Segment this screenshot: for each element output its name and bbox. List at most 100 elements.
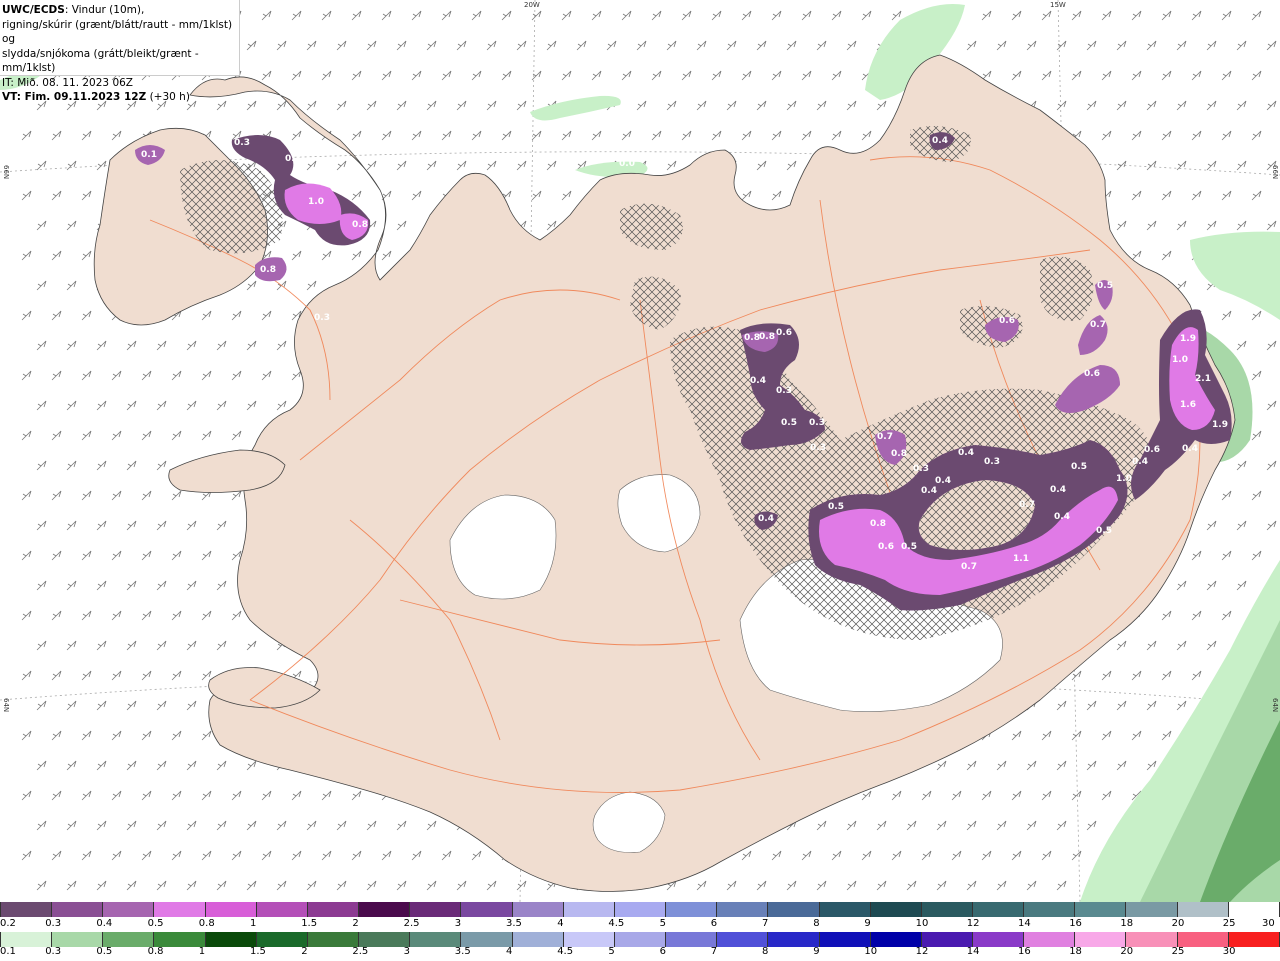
- precip-value-label: 0.8: [352, 220, 368, 230]
- legend-swatch: [154, 902, 206, 917]
- legend-swatch: [1177, 902, 1229, 917]
- legend-label: 14: [1018, 918, 1031, 929]
- legend-swatch: [1024, 902, 1076, 917]
- legend-swatch: [307, 932, 360, 947]
- legend-swatch: [461, 902, 513, 917]
- precip-value-label: 0.6: [1144, 445, 1160, 455]
- legend-swatch: [1126, 932, 1178, 947]
- legend-label: 2.5: [352, 946, 369, 957]
- legend-swatch: [717, 932, 769, 947]
- legend-label: 1.5: [301, 918, 318, 929]
- precip-value-label: 0.6: [776, 328, 792, 338]
- precip-value-label: 0.6: [999, 316, 1015, 326]
- precip-value-label: 0.4: [1054, 512, 1070, 522]
- snow-legend-bar: [0, 902, 1280, 917]
- precip-value-label: 0.4: [1132, 457, 1148, 467]
- info-box: UWC/ECDS: Vindur (10m), rigning/skúrir (…: [0, 0, 240, 103]
- precip-value-label: 1.0: [308, 197, 324, 207]
- legend-swatch: [256, 902, 308, 917]
- legend-swatch: [563, 902, 615, 917]
- precip-value-label: 0.7: [1019, 500, 1035, 510]
- legend-label: 0.4: [96, 918, 113, 929]
- precip-value-label: 0.4: [935, 476, 951, 486]
- legend-label: 6: [659, 946, 666, 957]
- precip-value-label: 0.4: [932, 136, 948, 146]
- info-line-5-rest: (+30 h): [146, 91, 190, 103]
- legend-label: 14: [966, 946, 980, 957]
- legend-label: 5: [659, 918, 666, 929]
- precip-value-label: 0.3: [984, 457, 1000, 467]
- legend-label: 2: [301, 946, 308, 957]
- legend-swatch: [666, 902, 718, 917]
- info-line-2: rigning/skúrir (grænt/blátt/rautt - mm/1…: [2, 18, 233, 46]
- legend-swatch: [1228, 902, 1280, 917]
- precip-value-label: 0.6: [878, 542, 894, 552]
- legend-label: 0.1: [0, 946, 16, 957]
- legend-swatch: [205, 932, 257, 947]
- legend-swatch: [1126, 902, 1178, 917]
- legend-label: 0.2: [0, 918, 16, 929]
- precip-value-label: 1.9: [1212, 420, 1228, 430]
- lat-label-left-66: 66N: [2, 165, 10, 180]
- legend-label: 8: [762, 946, 769, 957]
- info-title-rest: : Vindur (10m),: [64, 4, 145, 16]
- legend-label: 3.5: [506, 918, 522, 929]
- precip-value-label: 0.7: [961, 562, 977, 572]
- legend-swatch: [1228, 932, 1280, 947]
- legend-swatch: [410, 932, 462, 947]
- precip-value-label: 0.4: [1182, 444, 1198, 454]
- legend-swatch: [103, 902, 155, 917]
- legend-label: 16: [1018, 946, 1031, 957]
- legend-label: 12: [966, 918, 980, 929]
- precip-value-label: 0.4: [921, 486, 937, 496]
- legend-label: 1: [250, 918, 257, 929]
- precip-value-label: 0.3: [234, 138, 250, 148]
- legend-label: 18: [1120, 918, 1134, 929]
- info-line-3: slydda/snjókoma (grátt/bleikt/grænt - mm…: [2, 47, 199, 75]
- legend-swatch: [512, 932, 564, 947]
- legend-swatch: [768, 932, 820, 947]
- info-line-4: IT: Mið. 08. 11. 2023 06Z: [2, 76, 133, 89]
- legend-swatch: [666, 932, 718, 947]
- lat-label-right-64: 64N: [1271, 698, 1279, 713]
- legend-swatch: [972, 932, 1025, 947]
- precip-value-label: 0.3: [314, 313, 330, 323]
- legend-label: 0.5: [96, 946, 113, 957]
- legend-label: 30: [1262, 918, 1275, 929]
- weather-map: 0.30.1 0.31.00.80.80.30.00.40.8 0.8 0.60.40…: [0, 0, 1280, 902]
- legend-swatch: [614, 932, 667, 947]
- lon-label-20w: 20W: [524, 1, 540, 9]
- legend-swatch: [52, 932, 104, 947]
- precip-value-label: 0.5: [1097, 281, 1113, 291]
- legend-label: 0.3: [45, 946, 62, 957]
- legend-swatch: [512, 902, 564, 917]
- legend-swatch: [103, 932, 155, 947]
- legend-label: 4.5: [557, 946, 574, 957]
- legend-label: 0.8: [147, 946, 164, 957]
- precip-value-label: 0.3: [810, 443, 826, 453]
- legend-label: 4.5: [608, 918, 625, 929]
- legend-label: 18: [1069, 946, 1082, 957]
- precip-value-label: 0.0: [619, 159, 635, 169]
- legend-label: 30: [1222, 946, 1236, 957]
- legend-label: 25: [1171, 946, 1185, 957]
- legend-swatch: [52, 902, 104, 917]
- legend-label: 7: [710, 946, 718, 957]
- precip-value-label: 1.0: [1172, 355, 1188, 365]
- precip-value-label: 0.4: [750, 376, 766, 386]
- precip-value-label: 0.8: [759, 332, 775, 342]
- legend-label: 0.5: [147, 918, 164, 929]
- precip-value-label: 0.7: [1090, 320, 1106, 330]
- precip-value-label: 0.4: [1050, 485, 1066, 495]
- precip-value-label: 0.5: [1071, 462, 1087, 472]
- legend-label: 8: [813, 918, 820, 929]
- legend-label: 9: [813, 946, 820, 957]
- precip-value-label: 0.8: [870, 519, 886, 529]
- precip-value-label: 0.6: [1084, 369, 1100, 379]
- legend-swatch: [614, 902, 667, 917]
- legend-swatch: [768, 902, 820, 917]
- legend-swatch: [1075, 932, 1127, 947]
- legend-swatch: [205, 902, 257, 917]
- legend-label: 2.5: [403, 918, 420, 929]
- legend-label: 10: [915, 918, 929, 929]
